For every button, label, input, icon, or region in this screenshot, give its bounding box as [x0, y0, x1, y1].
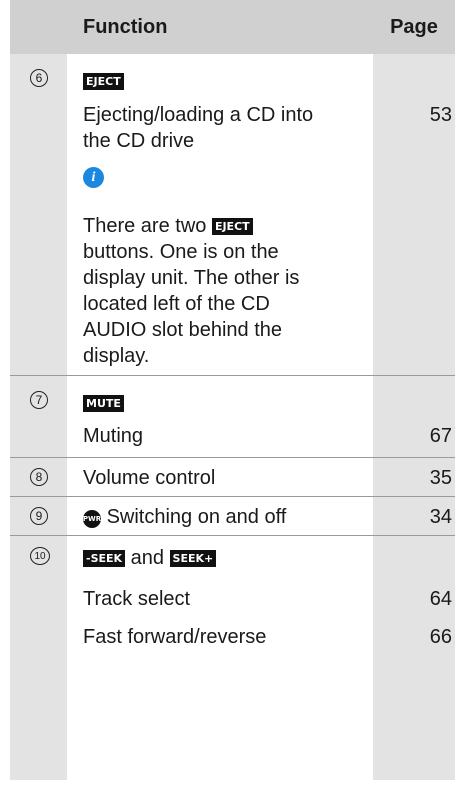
- eject-item-line-1: Ejecting/loading a CD into: [83, 104, 314, 126]
- seek-row: -SEEK and SEEK+: [67, 545, 373, 571]
- muting-page: 67: [429, 425, 452, 447]
- section-6-row: 6 EJECT: [10, 54, 455, 96]
- section-6-item: Ejecting/loading a CD into the CD drive …: [10, 96, 455, 154]
- item-number-8: 8: [30, 468, 48, 486]
- volume-control-label: Volume control: [83, 467, 216, 489]
- section-6-note-icon-row: i: [10, 154, 455, 205]
- note-line-1: There are two EJECT: [67, 213, 373, 239]
- fast-forward-page: 66: [429, 626, 452, 648]
- eject-button-inline: EJECT: [211, 218, 253, 235]
- power-icon: PWR: [83, 510, 101, 528]
- function-table: Function Page 6 EJECT Ejecting/loading a…: [10, 0, 455, 650]
- note-line-6: display.: [83, 345, 150, 367]
- note-line-2: buttons. One is on the: [83, 241, 279, 263]
- section-6-note: There are two EJECT buttons. One is on t…: [10, 205, 455, 376]
- item-number-6: 6: [30, 69, 48, 87]
- header-page: Page: [373, 0, 455, 54]
- seek-up-button-label: SEEK+: [169, 550, 217, 567]
- item-number-7: 7: [30, 391, 48, 409]
- note-line-4: located left of the CD: [83, 293, 270, 315]
- header-number-cell: [10, 0, 67, 54]
- track-select-row: Track select 64: [10, 576, 455, 612]
- note-line-3: display unit. The other is: [83, 267, 300, 289]
- item-number-10: 10: [30, 547, 50, 565]
- eject-button-label: EJECT: [83, 73, 124, 90]
- section-8-row: 8 Volume control 35: [10, 457, 455, 497]
- section-9-row: 9 PWR Switching on and off 34: [10, 496, 455, 536]
- table-header: Function Page: [10, 0, 455, 54]
- note-line-5: AUDIO slot behind the: [83, 319, 282, 341]
- muting-label: Muting: [83, 425, 144, 447]
- fast-forward-row: Fast forward/reverse 66: [10, 612, 455, 650]
- eject-item-page: 53: [429, 104, 452, 126]
- fast-forward-label: Fast forward/reverse: [83, 626, 267, 648]
- power-page: 34: [429, 506, 452, 528]
- eject-item-line-2: the CD drive: [83, 130, 195, 152]
- power-label: Switching on and off: [106, 506, 287, 528]
- mute-button-label: MUTE: [83, 395, 124, 412]
- section-10-row: 10 -SEEK and SEEK+: [10, 535, 455, 576]
- info-icon: i: [83, 167, 104, 188]
- seek-joiner: and: [130, 547, 164, 569]
- item-number-9: 9: [30, 507, 48, 525]
- power-row: PWR Switching on and off: [67, 504, 373, 530]
- volume-control-page: 35: [429, 467, 452, 489]
- track-select-label: Track select: [83, 588, 191, 610]
- section-7-row: 7 MUTE: [10, 375, 455, 418]
- track-select-page: 64: [429, 588, 452, 610]
- header-function: Function: [67, 0, 373, 54]
- seek-down-button-label: -SEEK: [83, 550, 126, 567]
- section-7-item: Muting 67: [10, 418, 455, 458]
